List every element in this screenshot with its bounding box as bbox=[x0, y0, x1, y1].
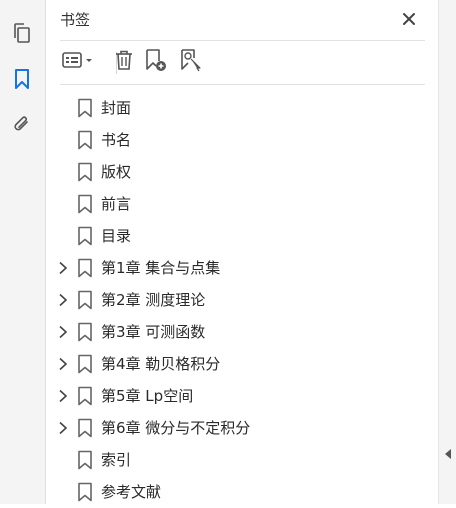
bookmark-item[interactable]: 索引 bbox=[46, 444, 438, 476]
panel-collapse-strip bbox=[438, 0, 456, 504]
bookmark-icon bbox=[78, 322, 92, 342]
bookmark-icon bbox=[78, 450, 92, 470]
bookmark-item[interactable]: 前言 bbox=[46, 188, 438, 220]
bookmark-icon bbox=[78, 386, 92, 406]
close-icon[interactable] bbox=[400, 10, 418, 28]
bookmark-item[interactable]: 第3章 可测函数 bbox=[46, 316, 438, 348]
title-divider bbox=[60, 40, 425, 41]
chevron-right-icon[interactable] bbox=[55, 292, 71, 308]
paperclip-icon[interactable] bbox=[10, 113, 34, 137]
bookmark-label: 参考文献 bbox=[101, 483, 162, 501]
bookmark-icon bbox=[78, 418, 92, 438]
trash-icon bbox=[114, 49, 134, 75]
bookmark-item[interactable]: 第4章 勒贝格积分 bbox=[46, 348, 438, 380]
options-list-button[interactable] bbox=[60, 48, 98, 76]
chevron-right-icon[interactable] bbox=[55, 324, 71, 340]
bookmark-item[interactable]: 第6章 微分与不定积分 bbox=[46, 412, 438, 444]
bookmark-icon bbox=[78, 290, 92, 310]
collapse-arrow-icon[interactable] bbox=[443, 448, 453, 460]
chevron-right-icon[interactable] bbox=[55, 388, 71, 404]
bookmark-item[interactable]: 第2章 测度理论 bbox=[46, 284, 438, 316]
chevron-right-icon[interactable] bbox=[55, 420, 71, 436]
bookmarks-panel: 书签 封面 书名 版权 前言 目录 第1章 集合与点集 第2章 测度理论 第3章… bbox=[46, 0, 438, 504]
bookmark-label: 第1章 集合与点集 bbox=[101, 259, 221, 277]
bookmark-search-icon bbox=[179, 48, 203, 76]
bookmark-label: 第5章 Lp空间 bbox=[101, 387, 194, 405]
bookmark-label: 前言 bbox=[101, 195, 132, 213]
bookmark-item[interactable]: 参考文献 bbox=[46, 476, 438, 508]
bookmark-list: 封面 书名 版权 前言 目录 第1章 集合与点集 第2章 测度理论 第3章 可测… bbox=[46, 92, 438, 508]
chevron-right-icon[interactable] bbox=[55, 260, 71, 276]
bookmark-item[interactable]: 目录 bbox=[46, 220, 438, 252]
bookmark-label: 索引 bbox=[101, 451, 132, 469]
pages-icon[interactable] bbox=[10, 21, 34, 45]
bookmark-icon bbox=[78, 162, 92, 182]
bookmark-item[interactable]: 版权 bbox=[46, 156, 438, 188]
bookmark-label: 第3章 可测函数 bbox=[101, 323, 206, 341]
bookmark-label: 版权 bbox=[101, 163, 132, 181]
bookmark-item[interactable]: 封面 bbox=[46, 92, 438, 124]
chevron-right-icon[interactable] bbox=[55, 356, 71, 372]
panel-title: 书签 bbox=[60, 11, 91, 29]
bookmark-label: 目录 bbox=[101, 227, 132, 245]
bookmark-icon bbox=[78, 258, 92, 278]
bookmark-icon bbox=[78, 226, 92, 246]
bookmark-icon bbox=[78, 130, 92, 150]
bookmark-icon bbox=[78, 98, 92, 118]
bookmark-label: 第2章 测度理论 bbox=[101, 291, 206, 309]
bookmark-item[interactable]: 第5章 Lp空间 bbox=[46, 380, 438, 412]
bookmarks-toolbar bbox=[60, 48, 420, 76]
bookmark-label: 书名 bbox=[101, 131, 132, 149]
bookmark-label: 第4章 勒贝格积分 bbox=[101, 355, 221, 373]
bookmark-icon bbox=[78, 354, 92, 374]
bookmark-icon bbox=[78, 194, 92, 214]
left-navigation-rail bbox=[0, 0, 46, 504]
toolbar-divider-line bbox=[60, 84, 425, 85]
bookmark-search-button[interactable] bbox=[178, 48, 204, 76]
delete-bookmark-button[interactable] bbox=[112, 48, 136, 76]
bookmark-icon[interactable] bbox=[10, 67, 34, 91]
new-bookmark-icon bbox=[144, 48, 168, 76]
bookmark-item[interactable]: 书名 bbox=[46, 124, 438, 156]
bookmark-icon bbox=[78, 482, 92, 502]
bookmark-label: 封面 bbox=[101, 99, 132, 117]
options-list-icon bbox=[61, 50, 97, 74]
bookmark-item[interactable]: 第1章 集合与点集 bbox=[46, 252, 438, 284]
new-bookmark-button[interactable] bbox=[143, 48, 169, 76]
bookmark-label: 第6章 微分与不定积分 bbox=[101, 419, 251, 437]
